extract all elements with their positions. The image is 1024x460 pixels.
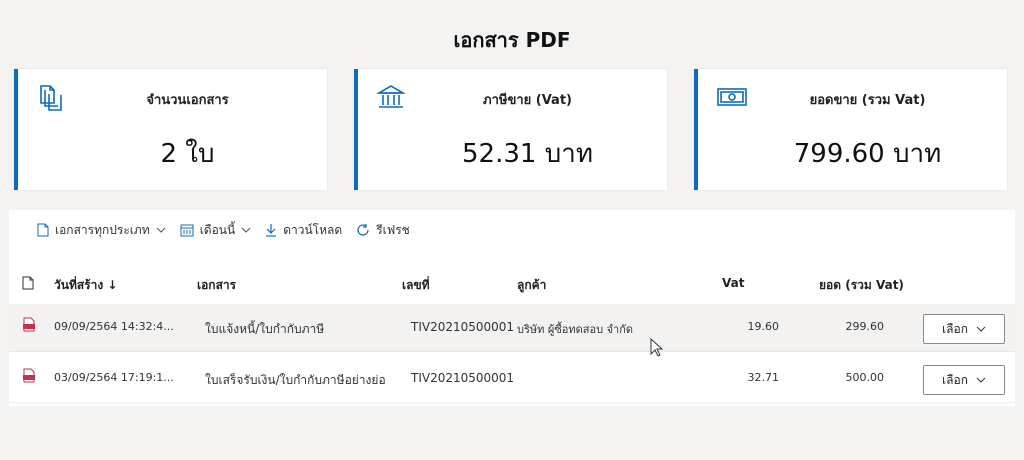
cell-vat: 32.71: [747, 371, 780, 384]
select-label: เลือก: [942, 321, 968, 336]
card-value: 52.31 บาท: [462, 139, 593, 169]
chevron-down-icon: [976, 326, 986, 332]
card-label: ยอดขาย (รวม Vat): [809, 93, 926, 108]
table-row[interactable]: 03/09/2564 17:19:1... ใบเสร็จรับเงิน/ใบก…: [9, 355, 1015, 403]
select-button[interactable]: เลือก: [923, 365, 1005, 395]
page-title: เอกสาร PDF: [453, 28, 571, 52]
card-label: ภาษีขาย (Vat): [483, 93, 572, 108]
refresh-icon: [357, 224, 369, 236]
select-label: เลือก: [942, 372, 968, 387]
cell-document: ใบแจ้งหนี้/ใบกำกับภาษี: [205, 322, 325, 336]
download-icon: [266, 224, 277, 237]
summary-card-documents: จำนวนเอกสาร 2 ใบ: [14, 69, 327, 190]
pdf-icon: [23, 317, 35, 335]
card-value: 799.60 บาท: [793, 139, 942, 169]
period-label: เดือนนี้: [199, 222, 236, 237]
chevron-down-icon: [976, 377, 986, 383]
card-label: จำนวนเอกสาร: [146, 93, 229, 108]
cell-customer: บริษัท ผู้ซื้อทดสอบ จำกัด: [517, 323, 634, 336]
pdf-icon: [23, 368, 35, 386]
download-button[interactable]: ดาวน์โหลด: [265, 221, 342, 240]
col-document[interactable]: เอกสาร: [197, 276, 236, 295]
download-label: ดาวน์โหลด: [283, 222, 343, 237]
toolbar: เอกสารทุกประเภท เดือนนี้ ดาวน์โหลด รีเฟร…: [9, 210, 1015, 250]
doc-type-label: เอกสารทุกประเภท: [55, 222, 150, 237]
cell-total: 299.60: [845, 320, 885, 333]
table-header: วันที่สร้าง ↓ เอกสาร เลขที่ ลูกค้า Vat ย…: [9, 272, 1015, 302]
period-filter[interactable]: เดือนนี้: [180, 221, 252, 240]
table-row[interactable]: 09/09/2564 14:32:4... ใบแจ้งหนี้/ใบกำกับ…: [9, 304, 1015, 352]
chevron-down-icon: [241, 227, 251, 233]
refresh-label: รีเฟรช: [376, 222, 410, 237]
doc-type-filter[interactable]: เอกสารทุกประเภท: [37, 221, 166, 240]
cell-number: TIV20210500001: [411, 320, 515, 334]
col-total[interactable]: ยอด (รวม Vat): [819, 276, 904, 295]
cell-created: 03/09/2564 17:19:1...: [54, 371, 174, 384]
col-created[interactable]: วันที่สร้าง ↓: [54, 276, 117, 295]
col-vat[interactable]: Vat: [722, 276, 744, 290]
cell-number: TIV20210500001: [411, 371, 515, 385]
card-value: 2 ใบ: [160, 139, 215, 169]
document-icon: [37, 223, 49, 237]
select-button[interactable]: เลือก: [923, 314, 1005, 344]
documents-panel: เอกสารทุกประเภท เดือนนี้ ดาวน์โหลด รีเฟร…: [9, 210, 1015, 406]
file-type-icon: [22, 276, 34, 293]
summary-card-vat: ภาษีขาย (Vat) 52.31 บาท: [354, 69, 667, 190]
refresh-button[interactable]: รีเฟรช: [356, 221, 410, 240]
col-number[interactable]: เลขที่: [402, 276, 430, 295]
cell-document: ใบเสร็จรับเงิน/ใบกำกับภาษีอย่างย่อ: [205, 373, 386, 387]
mouse-cursor-icon: [650, 338, 664, 357]
cell-total: 500.00: [845, 371, 885, 384]
col-customer[interactable]: ลูกค้า: [517, 276, 546, 295]
calendar-icon: [180, 224, 194, 237]
summary-card-sales: ยอดขาย (รวม Vat) 799.60 บาท: [694, 69, 1007, 190]
cell-created: 09/09/2564 14:32:4...: [54, 320, 174, 333]
chevron-down-icon: [156, 227, 166, 233]
cell-vat: 19.60: [747, 320, 780, 333]
